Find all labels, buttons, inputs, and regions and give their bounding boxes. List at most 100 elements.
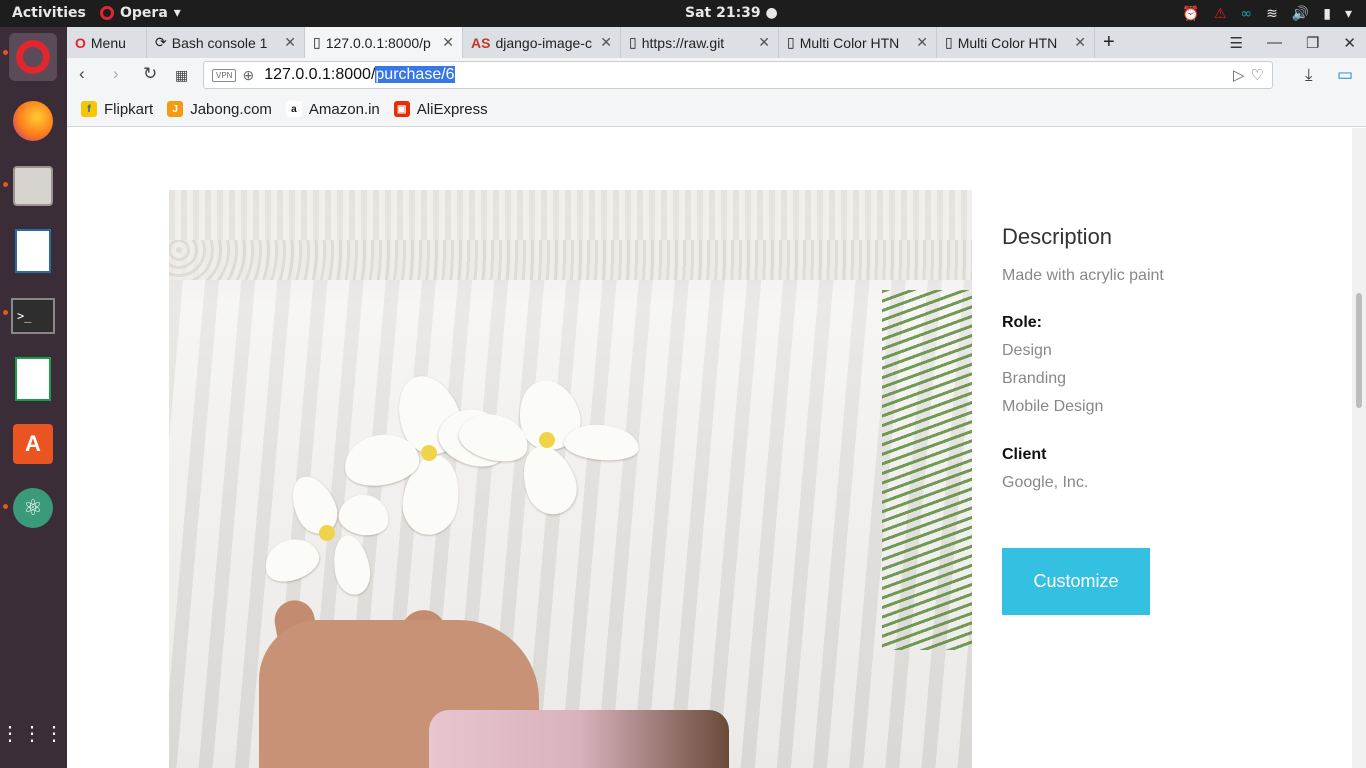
file-manager-icon[interactable]	[9, 162, 57, 210]
system-top-bar: Activities Opera ▾ Sat 21:39 ● ⏰ ⚠ ∞ ≋ 🔊…	[0, 0, 1366, 27]
close-tab-icon[interactable]: ✕	[600, 34, 612, 51]
bookmark-label: Jabong.com	[190, 100, 272, 118]
tab-label: Multi Color HTN	[799, 34, 900, 51]
green-leaf	[882, 290, 972, 650]
battery-icon[interactable]: ▮	[1323, 6, 1331, 22]
running-indicator	[3, 504, 8, 509]
address-bar[interactable]: VPN ⊕ 127.0.0.1:8000/purchase/6 ▷ ♡	[203, 61, 1273, 89]
client-label: Client	[1002, 446, 1047, 463]
tab-multi-color-1[interactable]: ▯ Multi Color HTN ✕	[779, 27, 937, 58]
back-arrow-icon[interactable]: ‹	[79, 64, 85, 84]
show-applications-icon[interactable]: ⋮⋮⋮	[0, 710, 64, 758]
close-tab-icon[interactable]: ✕	[442, 34, 454, 51]
ubuntu-dock: >_ A ⚛ ⋮⋮⋮	[0, 27, 67, 768]
app-menu[interactable]: Opera ▾	[100, 5, 181, 21]
url-selected: purchase/6	[375, 66, 455, 83]
flipkart-icon: f	[81, 101, 97, 117]
scrollbar-thumb[interactable]	[1356, 293, 1362, 408]
running-indicator	[3, 50, 8, 55]
reload-icon[interactable]: ↻	[143, 64, 157, 84]
opera-icon	[100, 6, 114, 20]
tab-strip: O Menu ⟳ Bash console 1 ✕ ▯ 127.0.0.1:80…	[67, 27, 1366, 58]
heart-icon[interactable]: ♡	[1251, 66, 1264, 84]
page-scrollbar[interactable]	[1352, 128, 1366, 768]
document-icon: ▯	[787, 34, 795, 50]
download-icon[interactable]: ⤓	[1305, 65, 1313, 85]
close-tab-icon[interactable]: ✕	[284, 34, 296, 51]
clock[interactable]: Sat 21:39 ●	[685, 5, 778, 21]
firefox-icon[interactable]	[9, 97, 57, 145]
calc-icon[interactable]	[9, 355, 57, 403]
jabong-icon: J	[167, 101, 184, 117]
terminal-icon[interactable]: >_	[9, 292, 57, 340]
bookmark-amazon[interactable]: a Amazon.in	[285, 101, 380, 118]
opera-menu-button[interactable]: O Menu	[67, 27, 147, 58]
wifi-icon[interactable]: ≋	[1266, 6, 1278, 22]
atom-icon[interactable]: ⚛	[9, 484, 57, 532]
tab-label: django-image-c	[495, 34, 592, 51]
send-icon[interactable]: ▷	[1233, 66, 1245, 84]
warning-icon[interactable]: ⚠	[1214, 6, 1227, 22]
flow-icon[interactable]: ▭	[1337, 65, 1353, 85]
speed-dial-icon[interactable]: ▦	[175, 67, 188, 84]
flower-right	[454, 373, 641, 522]
tab-label: Multi Color HTN	[957, 34, 1058, 51]
vpn-badge[interactable]: VPN	[212, 68, 237, 82]
description-title: Description	[1002, 224, 1113, 249]
bookmark-flipkart[interactable]: f Flipkart	[81, 101, 153, 118]
chevron-down-icon[interactable]: ▾	[1345, 6, 1352, 22]
tab-raw-github[interactable]: ▯ https://raw.git ✕	[621, 27, 779, 58]
bookmark-label: Flipkart	[104, 100, 154, 118]
writer-icon[interactable]	[9, 227, 57, 275]
as-favicon-icon: AS	[471, 34, 491, 51]
close-tab-icon[interactable]: ✕	[758, 34, 770, 51]
product-photo	[169, 190, 972, 768]
tab-menu-icon[interactable]: ☰	[1230, 34, 1243, 52]
plus-icon: +	[1103, 31, 1115, 53]
tab-purchase[interactable]: ▯ 127.0.0.1:8000/p ✕	[305, 27, 463, 58]
software-center-icon[interactable]: A	[9, 420, 57, 468]
navigation-bar: ‹ › ↻ ▦ VPN ⊕ 127.0.0.1:8000/purchase/6 …	[67, 58, 1366, 92]
close-window-icon[interactable]: ✕	[1343, 34, 1356, 52]
description-text: Made with acrylic paint	[1002, 267, 1164, 284]
opera-icon: O	[75, 34, 86, 51]
running-indicator	[3, 182, 8, 187]
document-icon: ▯	[629, 34, 637, 50]
bookmark-label: AliExpress	[416, 100, 488, 118]
document-icon: ▯	[945, 34, 953, 50]
tab-multi-color-2[interactable]: ▯ Multi Color HTN ✕	[937, 27, 1095, 58]
menu-label: Menu	[90, 34, 126, 51]
client-value: Google, Inc.	[1002, 474, 1089, 491]
url-text[interactable]: 127.0.0.1:8000/purchase/6	[264, 66, 455, 84]
url-base: 127.0.0.1:8000/	[264, 66, 376, 83]
volume-icon[interactable]: 🔊	[1292, 6, 1309, 22]
arduino-icon[interactable]: ∞	[1240, 6, 1252, 22]
web-page: Description Made with acrylic paint Role…	[67, 128, 1366, 768]
new-tab-button[interactable]: +	[1095, 27, 1131, 58]
forward-arrow-icon[interactable]: ›	[113, 64, 119, 84]
app-name: Opera	[120, 5, 168, 21]
opera-browser-icon[interactable]	[9, 33, 57, 81]
system-tray: ⏰ ⚠ ∞ ≋ 🔊 ▮ ▾	[1182, 0, 1366, 27]
role-item: Mobile Design	[1002, 398, 1104, 415]
customize-button[interactable]: Customize	[1002, 548, 1150, 615]
amazon-icon: a	[285, 101, 302, 117]
restore-icon[interactable]: ❐	[1306, 34, 1319, 52]
activities-button[interactable]: Activities	[12, 5, 86, 21]
lace-pattern	[169, 240, 972, 280]
bookmarks-bar: f Flipkart J Jabong.com a Amazon.in ▣ Al…	[67, 92, 1366, 127]
tab-favicon-icon: ⟳	[155, 34, 167, 50]
flower-small	[258, 469, 394, 605]
bookmark-jabong[interactable]: J Jabong.com	[167, 101, 272, 118]
close-tab-icon[interactable]: ✕	[1074, 34, 1086, 51]
tab-label: https://raw.git	[641, 34, 725, 51]
minimize-icon[interactable]: —	[1267, 34, 1282, 51]
document-icon: ▯	[313, 34, 321, 50]
close-tab-icon[interactable]: ✕	[916, 34, 928, 51]
alarm-icon[interactable]: ⏰	[1182, 6, 1199, 22]
role-item: Branding	[1002, 370, 1067, 387]
caret-down-icon: ▾	[173, 5, 181, 21]
tab-django-image[interactable]: AS django-image-c ✕	[463, 27, 621, 58]
bookmark-aliexpress[interactable]: ▣ AliExpress	[393, 100, 488, 118]
tab-bash-console[interactable]: ⟳ Bash console 1 ✕	[147, 27, 305, 58]
